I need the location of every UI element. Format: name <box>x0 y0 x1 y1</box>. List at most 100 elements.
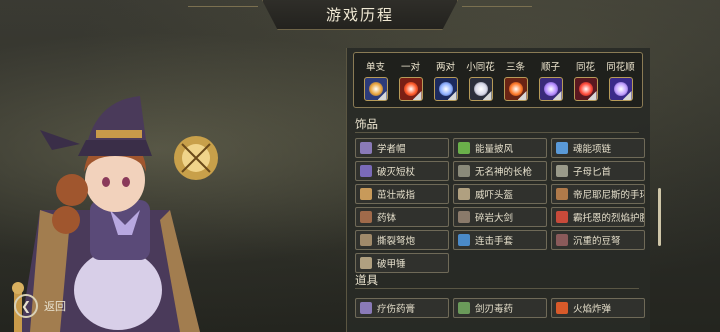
combo-icon <box>503 77 528 101</box>
item-slot[interactable]: 破甲锤 <box>355 253 449 273</box>
combo-slot[interactable]: 同花 <box>570 59 602 107</box>
dagger-icon <box>556 165 568 177</box>
item-slot[interactable]: 威吓头盔 <box>453 184 547 204</box>
helmet-icon <box>458 188 470 200</box>
combo-label: 小同花 <box>466 62 495 73</box>
history-panel: 单支 一对 两对 小同花 三条 顺子 同花 同花顺 饰品 学者帽 能量披风 魂能项链破灭短杖 无名神… <box>346 48 650 332</box>
item-label: 碎岩大剑 <box>475 213 514 224</box>
item-label: 能量披风 <box>475 144 514 155</box>
item-label: 学者帽 <box>377 144 406 155</box>
item-label: 破灭短杖 <box>377 167 416 178</box>
item-label: 子母匕首 <box>573 167 612 178</box>
combo-slot[interactable]: 单支 <box>360 59 392 107</box>
dress <box>74 250 162 330</box>
item-label: 帝尼耶尼斯的手环 <box>573 190 644 201</box>
ring-icon <box>360 188 372 200</box>
combo-label: 顺子 <box>540 62 560 73</box>
back-label: 返回 <box>44 300 66 313</box>
item-label: 威吓头盔 <box>475 190 514 201</box>
character-art <box>12 96 218 332</box>
item-slot[interactable]: 火焰炸弹 <box>551 298 645 318</box>
accessories-grid: 学者帽 能量披风 魂能项链破灭短杖 无名神的长枪 子母匕首茁壮戒指 威吓头盔 帝尼耶尼斯的手… <box>355 138 645 273</box>
combo-slot[interactable]: 两对 <box>430 59 462 107</box>
fire-bomb-icon <box>556 302 568 314</box>
item-slot[interactable]: 能量披风 <box>453 138 547 158</box>
title-decoration-left <box>188 6 258 7</box>
combo-label: 三条 <box>505 62 525 73</box>
bracelet-icon <box>556 188 568 200</box>
glove-icon <box>458 234 470 246</box>
item-slot[interactable]: 药钵 <box>355 207 449 227</box>
item-slot[interactable]: 学者帽 <box>355 138 449 158</box>
item-slot[interactable]: 剑刃毒药 <box>453 298 547 318</box>
combo-icon <box>398 77 423 101</box>
combo-label: 两对 <box>435 62 455 73</box>
greatsword-icon <box>458 211 470 223</box>
page-title: 游戏历程 <box>325 6 394 24</box>
item-slot[interactable]: 帝尼耶尼斯的手环 <box>551 184 645 204</box>
item-label: 连击手套 <box>475 236 514 247</box>
section-title-accessories: 饰品 <box>355 117 378 131</box>
combo-label: 同花 <box>575 62 595 73</box>
item-label: 火焰炸弹 <box>573 304 612 315</box>
combo-slot[interactable]: 一对 <box>395 59 427 107</box>
combo-icon <box>363 77 388 101</box>
item-label: 魂能项链 <box>573 144 612 155</box>
item-label: 无名神的长枪 <box>475 167 533 178</box>
spear-icon <box>458 165 470 177</box>
combo-icon <box>433 77 458 101</box>
item-slot[interactable]: 魂能项链 <box>551 138 645 158</box>
title-decoration-right <box>462 6 532 7</box>
energy-cloak-icon <box>458 142 470 154</box>
hammer-icon <box>360 257 372 269</box>
short-staff-icon <box>360 165 372 177</box>
item-label: 撕裂弩炮 <box>377 236 416 247</box>
item-label: 药钵 <box>377 213 397 224</box>
combo-slot[interactable]: 小同花 <box>465 59 497 107</box>
combo-slot[interactable]: 同花顺 <box>605 59 637 107</box>
combo-icon <box>573 77 598 101</box>
poison-icon <box>458 302 470 314</box>
section-title-props: 道具 <box>355 273 378 287</box>
item-slot[interactable]: 碎岩大剑 <box>453 207 547 227</box>
combo-bar: 单支 一对 两对 小同花 三条 顺子 同花 同花顺 <box>353 52 643 108</box>
props-grid: 疗伤药膏 剑刃毒药 火焰炸弹 <box>355 298 645 318</box>
item-slot[interactable]: 疗伤药膏 <box>355 298 449 318</box>
flame-bracer-icon <box>556 211 568 223</box>
item-label: 茁壮戒指 <box>377 190 416 201</box>
item-slot[interactable]: 连击手套 <box>453 230 547 250</box>
item-slot[interactable]: 撕裂弩炮 <box>355 230 449 250</box>
item-label: 沉重的豆弩 <box>573 236 621 247</box>
combo-label: 同花顺 <box>606 62 635 73</box>
title-banner: 游戏历程 <box>262 0 458 30</box>
section-divider <box>355 132 639 133</box>
scrollbar[interactable] <box>658 188 661 246</box>
item-label: 霸托恩的烈焰护腕 <box>573 213 644 224</box>
hat <box>78 140 152 156</box>
item-slot[interactable]: 无名神的长枪 <box>453 161 547 181</box>
section-divider <box>355 288 639 289</box>
scholar-hat-icon <box>360 142 372 154</box>
mortar-icon <box>360 211 372 223</box>
item-label: 疗伤药膏 <box>377 304 416 315</box>
combo-icon <box>608 77 633 101</box>
back-button[interactable]: ❮ 返回 <box>14 294 66 318</box>
item-label: 破甲锤 <box>377 259 406 270</box>
combo-icon <box>538 77 563 101</box>
ballista-icon <box>360 234 372 246</box>
soul-necklace-icon <box>556 142 568 154</box>
salve-icon <box>360 302 372 314</box>
item-slot[interactable]: 沉重的豆弩 <box>551 230 645 250</box>
back-arrow-icon: ❮ <box>14 294 38 318</box>
item-slot[interactable]: 霸托恩的烈焰护腕 <box>551 207 645 227</box>
combo-icon <box>468 77 493 101</box>
item-slot[interactable]: 破灭短杖 <box>355 161 449 181</box>
item-label: 剑刃毒药 <box>475 304 514 315</box>
combo-label: 单支 <box>365 62 385 73</box>
combo-slot[interactable]: 顺子 <box>535 59 567 107</box>
crossbow-icon <box>556 234 568 246</box>
item-slot[interactable]: 茁壮戒指 <box>355 184 449 204</box>
combo-slot[interactable]: 三条 <box>500 59 532 107</box>
character-portrait <box>0 60 260 332</box>
item-slot[interactable]: 子母匕首 <box>551 161 645 181</box>
